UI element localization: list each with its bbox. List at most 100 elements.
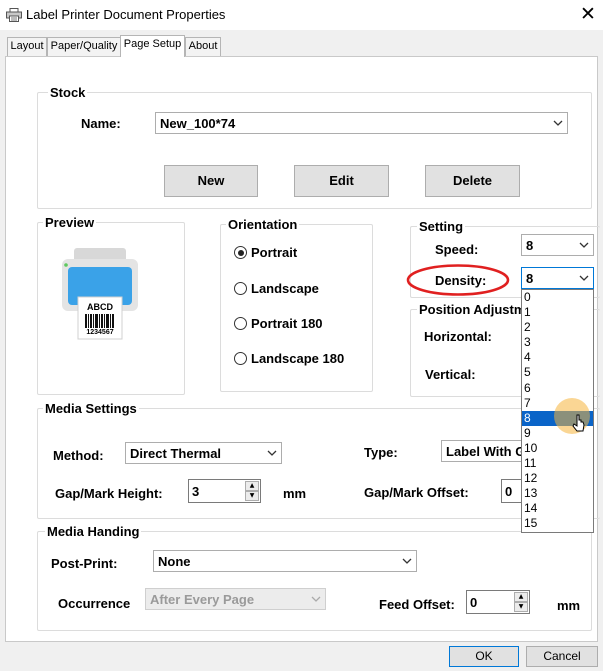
density-select[interactable]: 8	[521, 267, 594, 289]
density-option[interactable]: 14	[522, 501, 593, 516]
radio-circle	[234, 317, 247, 330]
radio-label: Portrait	[251, 245, 298, 260]
tab-label: Layout	[10, 40, 44, 52]
delete-button-label: Delete	[452, 173, 493, 188]
radio-label: Portrait 180	[251, 316, 323, 331]
gap-height-unit: mm	[283, 486, 307, 501]
density-option[interactable]: 1	[522, 305, 593, 320]
radio-dot	[237, 249, 244, 256]
horizontal-label: Horizontal:	[424, 329, 492, 344]
density-option[interactable]: 12	[522, 471, 593, 486]
post-print-value: None	[158, 554, 191, 569]
cancel-button-label: Cancel	[543, 649, 581, 663]
speed-value: 8	[526, 238, 534, 253]
tab-about[interactable]: About	[185, 37, 221, 56]
orientation-group-label: Orientation	[226, 217, 300, 232]
vertical-label: Vertical:	[425, 367, 476, 382]
media-settings-group-label: Media Settings	[43, 401, 139, 416]
chevron-down-icon	[311, 596, 321, 602]
preview-group-label: Preview	[43, 215, 97, 230]
close-icon[interactable]: ✕	[578, 3, 598, 25]
occurrence-value: After Every Page	[150, 592, 255, 607]
density-option[interactable]: 10	[522, 441, 593, 456]
density-option[interactable]: 11	[522, 456, 593, 471]
feed-offset-unit: mm	[557, 598, 581, 613]
ok-button[interactable]: OK	[449, 646, 519, 667]
density-option[interactable]: 2	[522, 320, 593, 335]
delete-button[interactable]: Delete	[425, 165, 520, 197]
tab-label: Paper/Quality	[50, 40, 118, 52]
type-label: Type:	[364, 445, 398, 460]
radio-circle	[234, 246, 247, 259]
setting-group-label: Setting	[417, 219, 466, 234]
cancel-button[interactable]: Cancel	[526, 646, 598, 667]
radio-circle	[234, 282, 247, 295]
feed-offset-input[interactable]: 0 ▲ ▼	[466, 590, 530, 614]
media-handing-group	[37, 531, 592, 631]
occurrence-select[interactable]: After Every Page	[145, 588, 326, 610]
radio-portrait-180[interactable]: Portrait 180	[234, 316, 323, 331]
gap-offset-label: Gap/Mark Offset:	[364, 485, 469, 500]
gap-height-input[interactable]: 3 ▲ ▼	[188, 479, 261, 503]
preview-label-text: ABCD	[87, 302, 113, 312]
ok-button-label: OK	[475, 649, 493, 663]
stock-group-label: Stock	[48, 85, 88, 100]
tab-label: About	[188, 40, 218, 52]
post-print-select[interactable]: None	[153, 550, 417, 572]
density-option[interactable]: 15	[522, 516, 593, 531]
tab-label: Page Setup	[123, 38, 182, 50]
new-button[interactable]: New	[164, 165, 258, 197]
density-option[interactable]: 6	[522, 381, 593, 396]
chevron-down-icon	[579, 242, 589, 248]
spin-up-icon[interactable]: ▲	[245, 481, 259, 491]
edit-button-label: Edit	[329, 173, 354, 188]
tab-layout[interactable]: Layout	[7, 37, 47, 56]
type-select[interactable]: Label With G	[441, 440, 525, 462]
method-label: Method:	[53, 448, 104, 463]
radio-circle	[234, 352, 247, 365]
radio-landscape[interactable]: Landscape	[234, 281, 319, 296]
edit-button[interactable]: Edit	[294, 165, 389, 197]
speed-select[interactable]: 8	[521, 234, 594, 256]
chevron-down-icon	[579, 275, 589, 281]
barcode-icon	[85, 314, 114, 328]
radio-label: Landscape	[251, 281, 319, 296]
radio-landscape-180[interactable]: Landscape 180	[234, 351, 344, 366]
feed-offset-value: 0	[470, 595, 478, 610]
spin-down-icon[interactable]: ▼	[245, 491, 259, 501]
tab-page-setup[interactable]: Page Setup	[120, 35, 185, 57]
gap-offset-value: 0	[505, 484, 513, 499]
chevron-down-icon	[553, 120, 563, 126]
tab-paper-quality[interactable]: Paper/Quality	[47, 37, 121, 56]
window-title: Label Printer Document Properties	[26, 7, 226, 22]
density-option[interactable]: 3	[522, 335, 593, 350]
density-option[interactable]: 5	[522, 365, 593, 380]
method-select[interactable]: Direct Thermal	[125, 442, 282, 464]
chevron-down-icon	[402, 558, 412, 564]
name-label: Name:	[81, 116, 121, 131]
gap-height-value: 3	[192, 484, 200, 499]
media-handing-group-label: Media Handing	[45, 524, 142, 539]
gap-height-label: Gap/Mark Height:	[55, 486, 163, 501]
density-highlight-ellipse	[406, 264, 510, 296]
label-printer-illustration: ABCD 1234567	[60, 245, 140, 341]
type-value: Label With G	[446, 444, 526, 459]
occurrence-label: Occurrence	[58, 596, 131, 611]
spin-up-icon[interactable]: ▲	[514, 592, 528, 602]
feed-offset-label: Feed Offset:	[379, 597, 455, 612]
radio-label: Landscape 180	[251, 351, 345, 366]
density-option[interactable]: 4	[522, 350, 593, 365]
density-option[interactable]: 0	[522, 290, 593, 305]
feed-offset-spinner[interactable]: ▲ ▼	[514, 592, 528, 612]
method-value: Direct Thermal	[130, 446, 222, 461]
title-bar: Label Printer Document Properties ✕	[0, 0, 603, 30]
gap-height-spinner[interactable]: ▲ ▼	[245, 481, 259, 501]
stock-name-select[interactable]: New_100*74	[155, 112, 568, 134]
radio-portrait[interactable]: Portrait	[234, 245, 297, 260]
density-value: 8	[526, 271, 534, 286]
position-adjust-group-label: Position Adjustm	[417, 302, 528, 317]
spin-down-icon[interactable]: ▼	[514, 602, 528, 612]
density-option[interactable]: 13	[522, 486, 593, 501]
stock-name-value: New_100*74	[160, 116, 236, 131]
speed-label: Speed:	[435, 242, 479, 257]
